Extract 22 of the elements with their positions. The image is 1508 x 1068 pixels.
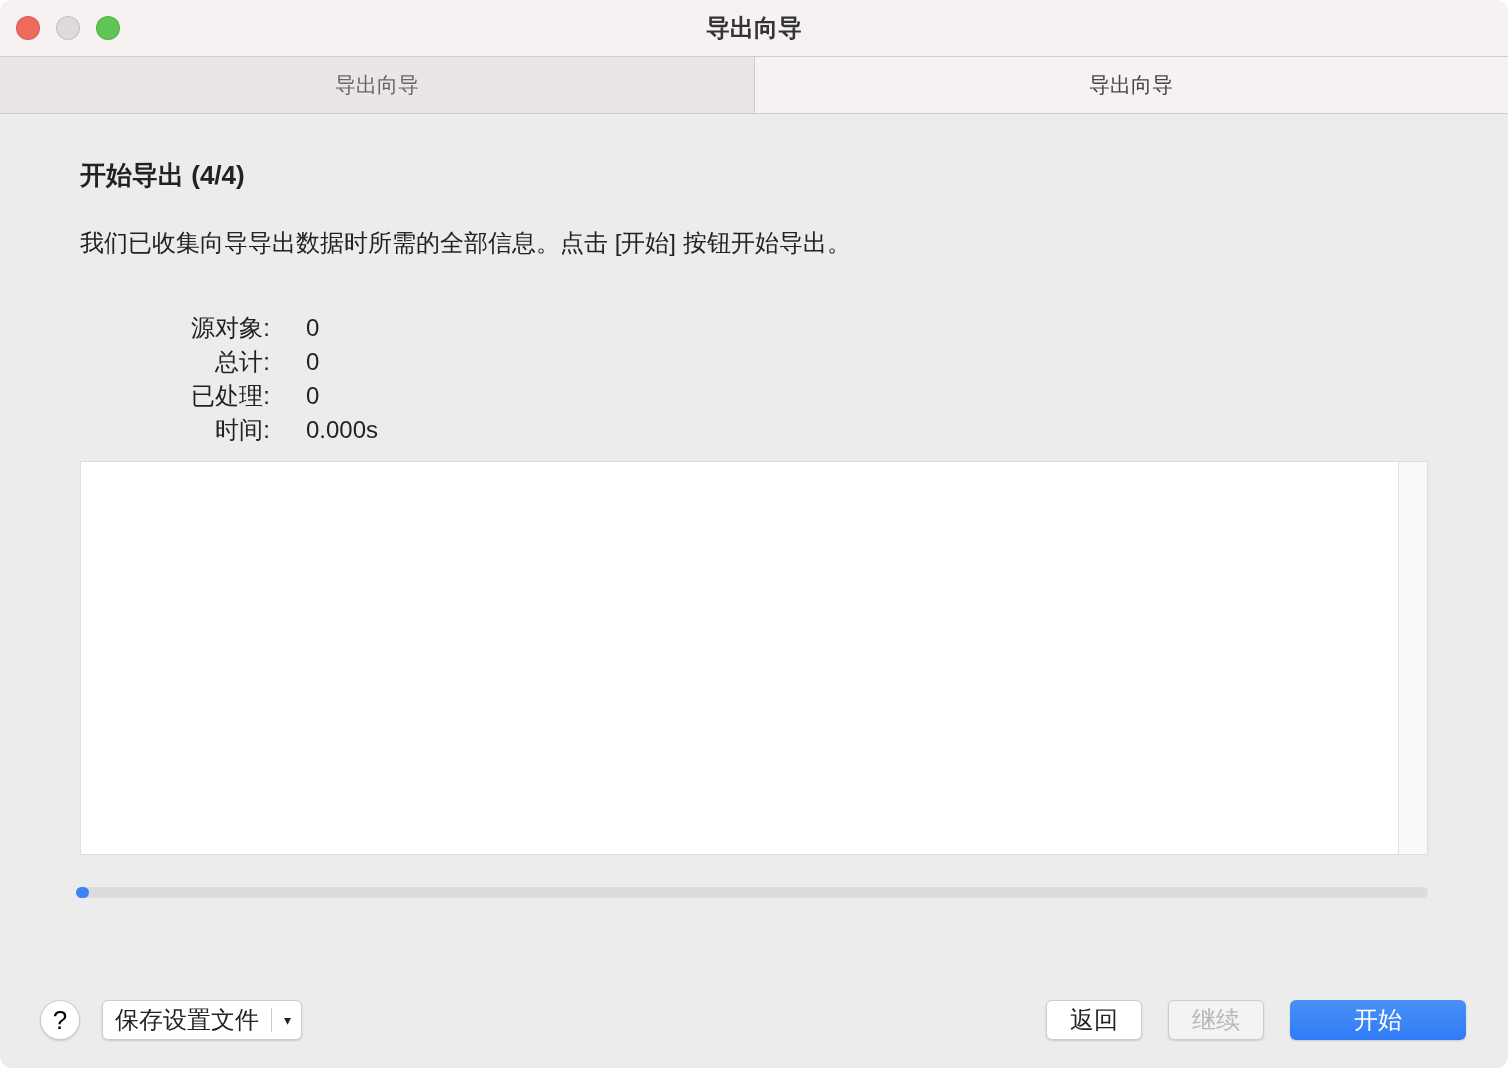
tab[interactable]: 导出向导 bbox=[754, 57, 1508, 113]
stat-value: 0 bbox=[306, 347, 321, 377]
help-button[interactable]: ? bbox=[40, 1000, 80, 1040]
stat-value: 0 bbox=[306, 313, 321, 343]
window-title: 导出向导 bbox=[705, 13, 803, 43]
stat-label: 总计: bbox=[214, 347, 270, 377]
description-text: 我们已收集向导导出数据时所需的全部信息。点击 [开始] 按钮开始导出。 bbox=[80, 228, 852, 258]
stat-label: 源对象: bbox=[190, 313, 270, 343]
stat-value: 0.000s bbox=[306, 415, 380, 445]
minimize-button[interactable] bbox=[56, 16, 80, 40]
step-heading: 开始导出 (4/4) bbox=[80, 159, 246, 192]
caret-icon: ▾ bbox=[284, 1012, 292, 1028]
stat-label: 已处理: bbox=[190, 381, 270, 411]
save-profile-button[interactable]: 保存设置文件 ▾ bbox=[102, 1000, 303, 1040]
zoom-button[interactable] bbox=[96, 16, 120, 40]
stat-label: 时间: bbox=[214, 415, 270, 445]
start-button[interactable]: 开始 bbox=[1290, 1000, 1466, 1040]
close-button[interactable] bbox=[16, 16, 40, 40]
save-profile-label: 保存设置文件 bbox=[115, 1005, 259, 1035]
wizard-button[interactable]: 返回 bbox=[1046, 1000, 1142, 1040]
tab[interactable]: 导出向导 bbox=[0, 57, 755, 113]
stat-value: 0 bbox=[306, 381, 321, 411]
